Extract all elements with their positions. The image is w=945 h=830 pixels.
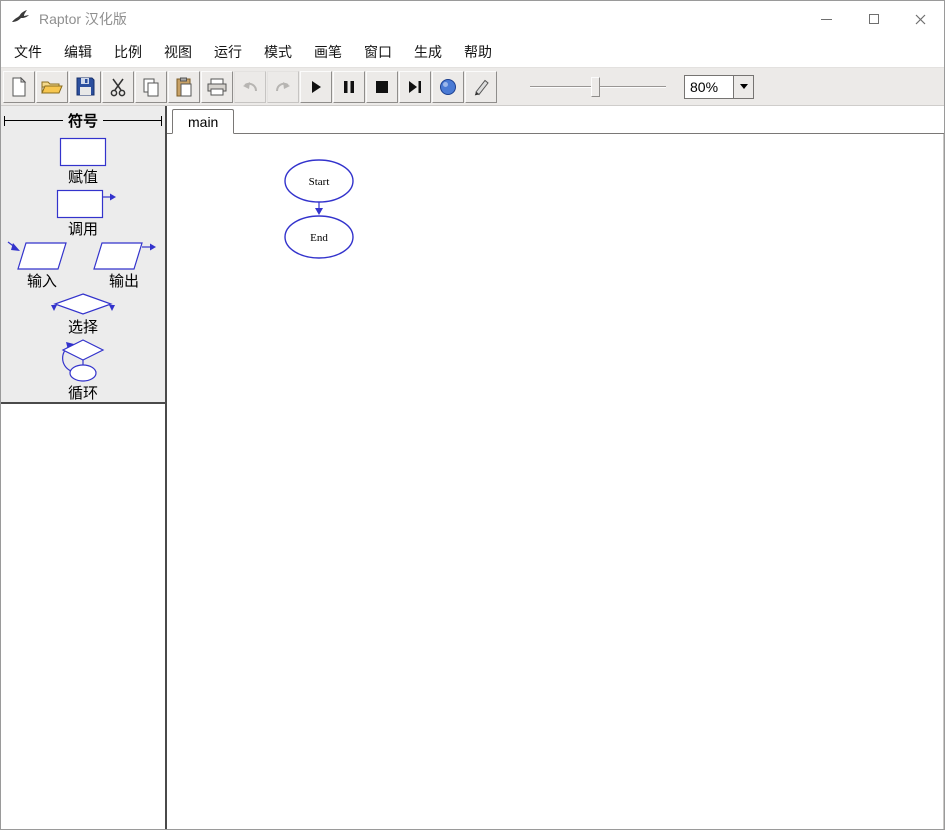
- symbol-selection-label: 选择: [67, 319, 98, 336]
- comment-icon: [440, 78, 456, 95]
- zoom-combo: 80%: [684, 74, 754, 99]
- content-area: 符号 赋值 调用 输入 输出 选择 循环 main Start End: [1, 106, 944, 829]
- redo-button[interactable]: [267, 70, 299, 103]
- zoom-slider[interactable]: [528, 73, 668, 101]
- end-symbol-label: End: [310, 232, 328, 244]
- pen-icon: [474, 79, 489, 95]
- menu-item-help[interactable]: 帮助: [453, 37, 503, 67]
- title-bar: Raptor 汉化版: [1, 1, 944, 37]
- menu-item-pen[interactable]: 画笔: [303, 37, 353, 67]
- toolbar: 80%: [1, 67, 944, 106]
- maximize-icon: [868, 14, 879, 24]
- header-line-right: [103, 115, 163, 126]
- play-icon: [312, 80, 321, 93]
- symbol-loop-label: 循环: [67, 385, 98, 402]
- paste-icon: [176, 77, 192, 96]
- symbol-io-row: [1, 240, 165, 272]
- symbol-selection[interactable]: [51, 292, 115, 318]
- symbol-assignment[interactable]: [51, 136, 115, 168]
- symbols-header-label: 符号: [68, 112, 99, 130]
- menu-item-run[interactable]: 运行: [203, 37, 253, 67]
- undo-icon: [243, 81, 257, 91]
- tab-main[interactable]: main: [172, 109, 235, 134]
- open-folder-icon: [41, 81, 63, 93]
- stop-button[interactable]: [366, 70, 398, 103]
- minimize-icon: [821, 18, 832, 20]
- zoom-slider-thumb[interactable]: [591, 76, 600, 97]
- maximize-button[interactable]: [850, 1, 897, 37]
- printer-icon: [207, 78, 227, 95]
- pen-button[interactable]: [465, 70, 497, 103]
- symbols-sidebar: 符号 赋值 调用 输入 输出 选择 循环: [1, 106, 167, 829]
- app-logo-icon: [11, 9, 31, 30]
- menu-item-view[interactable]: 视图: [153, 37, 203, 67]
- symbol-output[interactable]: [88, 240, 160, 272]
- copy-icon: [143, 78, 159, 96]
- symbol-call-label: 调用: [67, 221, 98, 238]
- minimize-button[interactable]: [803, 1, 850, 37]
- scissors-icon: [110, 78, 126, 96]
- symbol-io-labels: 输入 输出: [1, 272, 165, 292]
- symbol-call[interactable]: [48, 188, 118, 220]
- symbol-input-label: 输入: [26, 273, 57, 290]
- play-button[interactable]: [300, 70, 332, 103]
- symbol-input[interactable]: [6, 240, 78, 272]
- zoom-value-field[interactable]: 80%: [685, 76, 733, 98]
- connector-arrow-icon: [315, 208, 323, 215]
- comment-button[interactable]: [432, 70, 464, 103]
- symbol-output-label: 输出: [108, 273, 139, 290]
- menu-item-file[interactable]: 文件: [3, 37, 53, 67]
- pause-icon: [344, 80, 354, 93]
- menu-item-mode[interactable]: 模式: [253, 37, 303, 67]
- print-button[interactable]: [201, 70, 233, 103]
- window-controls: [803, 1, 944, 37]
- new-document-icon: [12, 76, 27, 96]
- menu-item-window[interactable]: 窗口: [353, 37, 403, 67]
- close-button[interactable]: [897, 1, 944, 37]
- step-to-end-icon: [409, 80, 421, 93]
- symbol-assignment-label: 赋值: [67, 169, 98, 186]
- variable-watch-panel: [1, 402, 165, 829]
- main-area: main Start End: [167, 106, 944, 829]
- new-button[interactable]: [3, 70, 35, 103]
- zoom-dropdown-button[interactable]: [733, 75, 753, 98]
- header-line-left: [4, 115, 63, 126]
- cut-button[interactable]: [102, 70, 134, 103]
- app-window: Raptor 汉化版 文件 编辑 比例 视图 运行 模式 画笔 窗口 生成 帮助: [0, 0, 945, 830]
- undo-button[interactable]: [234, 70, 266, 103]
- paste-button[interactable]: [168, 70, 200, 103]
- step-to-end-button[interactable]: [399, 70, 431, 103]
- stop-icon: [376, 80, 388, 93]
- flowchart: Start End: [284, 159, 354, 259]
- menu-item-generate[interactable]: 生成: [403, 37, 453, 67]
- menu-item-edit[interactable]: 编辑: [53, 37, 103, 67]
- pause-button[interactable]: [333, 70, 365, 103]
- symbols-header: 符号: [4, 111, 163, 130]
- menu-bar: 文件 编辑 比例 视图 运行 模式 画笔 窗口 生成 帮助: [1, 37, 944, 67]
- symbol-loop[interactable]: [51, 338, 115, 384]
- save-button[interactable]: [69, 70, 101, 103]
- symbols-panel: 赋值 调用 输入 输出 选择 循环: [1, 130, 165, 402]
- save-icon: [76, 77, 94, 96]
- tab-bar: main: [167, 106, 944, 134]
- close-icon: [915, 14, 926, 24]
- copy-button[interactable]: [135, 70, 167, 103]
- chevron-down-icon: [739, 84, 748, 89]
- window-title: Raptor 汉化版: [39, 11, 127, 27]
- open-button[interactable]: [36, 70, 68, 103]
- menu-item-scale[interactable]: 比例: [103, 37, 153, 67]
- start-symbol-label: Start: [309, 176, 330, 188]
- flowchart-canvas[interactable]: Start End: [167, 134, 944, 829]
- redo-icon: [276, 81, 290, 91]
